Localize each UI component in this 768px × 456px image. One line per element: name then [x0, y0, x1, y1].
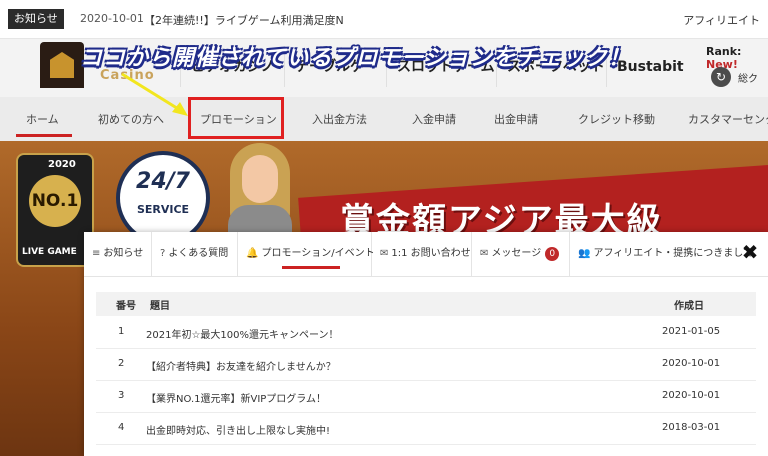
- row-number: 3: [118, 390, 125, 401]
- nav-deposit-methods[interactable]: 入出金方法: [312, 111, 367, 127]
- refresh-icon[interactable]: ↻: [711, 67, 731, 87]
- nav-active-indicator: [16, 134, 72, 137]
- annotation-arrow-icon: [121, 72, 188, 116]
- col-date: 作成日: [674, 301, 704, 312]
- tab-affiliate[interactable]: 👥 アフィリエイト・提携につきまして: [570, 232, 753, 276]
- list-icon: ≡: [92, 248, 101, 259]
- annotation-caption: ココから開催されているプロモーションをチェック！: [80, 46, 631, 71]
- col-number: 番号: [116, 301, 136, 312]
- row-title[interactable]: 2021年初☆最大100%還元キャンペーン！: [146, 326, 339, 341]
- tab-notice-label: お知らせ: [103, 248, 144, 259]
- table-row[interactable]: 3 【業界NO.1還元率】新VIPプログラム！ 2020-10-01: [96, 380, 756, 413]
- notice-bar: お知らせ 2020-10-01 【2年連続!!】ライブゲーム利用満足度N アフィ…: [0, 0, 768, 39]
- mail-icon: ✉: [380, 248, 389, 259]
- message-count-badge: 0: [545, 247, 560, 261]
- no1-badge: 2020 NO.1 LIVE GAME: [16, 153, 94, 267]
- row-number: 1: [118, 326, 125, 337]
- question-icon: ?: [160, 248, 166, 259]
- tab-faq-label: よくある質問: [168, 248, 229, 259]
- tab-promotion-label: プロモーション/イベント: [261, 248, 375, 259]
- row-number: 4: [118, 422, 125, 433]
- badge-live-text: LIVE GAME: [22, 247, 77, 257]
- badge-year: 2020: [48, 159, 76, 170]
- nav-deposit-request[interactable]: 入金申請: [412, 111, 456, 127]
- main-nav: ホーム 初めての方へ プロモーション 入出金方法 入金申請 出金申請 クレジット…: [0, 97, 768, 142]
- support-headset-icon: 24/7 SERVICE: [116, 151, 210, 245]
- service-hours: 24/7: [136, 169, 190, 194]
- user-rank: Rank: New!: [706, 45, 768, 71]
- tab-message[interactable]: ✉ メッセージ 0: [472, 232, 570, 276]
- operator-image: [226, 141, 294, 245]
- modal-tabs: ≡ お知らせ ? よくある質問 🔔 プロモーション/イベント ✉ 1:1 お問い合わせ …: [84, 232, 768, 277]
- tab-faq[interactable]: ? よくある質問: [152, 232, 238, 276]
- service-text: SERVICE: [136, 203, 190, 216]
- nav-withdraw-request[interactable]: 出金申請: [494, 111, 538, 127]
- table-row[interactable]: 1 2021年初☆最大100%還元キャンペーン！ 2021-01-05: [96, 316, 756, 349]
- row-date: 2021-01-05: [662, 326, 721, 337]
- users-icon: 👥: [578, 248, 591, 259]
- row-number: 2: [118, 358, 125, 369]
- tab-inquiry[interactable]: ✉ 1:1 お問い合わせ: [372, 232, 472, 276]
- promotion-highlight-box: [188, 97, 284, 139]
- table-row[interactable]: 2 【紹介者特典】お友達を紹介しませんか？ 2020-10-01: [96, 348, 756, 381]
- close-icon[interactable]: ✖: [738, 240, 762, 264]
- notice-date: 2020-10-01: [80, 12, 144, 25]
- row-title[interactable]: 【紹介者特典】お友達を紹介しませんか？: [146, 358, 336, 373]
- info-modal: ≡ お知らせ ? よくある質問 🔔 プロモーション/イベント ✉ 1:1 お問い合わせ …: [84, 232, 768, 456]
- nav-customer-center[interactable]: カスタマーセンタ: [688, 111, 768, 127]
- tab-promotion-event[interactable]: 🔔 プロモーション/イベント: [238, 232, 375, 276]
- logo-mark-icon: [40, 42, 84, 88]
- row-date: 2020-10-01: [662, 390, 721, 401]
- affiliate-link[interactable]: アフィリエイト: [683, 12, 760, 28]
- tab-inquiry-label: 1:1 お問い合わせ: [391, 248, 471, 259]
- row-date: 2018-03-01: [662, 422, 721, 433]
- row-date: 2020-10-01: [662, 358, 721, 369]
- balance-label: 総ク: [738, 74, 758, 85]
- col-title: 題目: [150, 301, 170, 312]
- tab-affiliate-label: アフィリエイト・提携につきまして: [593, 248, 753, 259]
- tab-message-label: メッセージ: [491, 248, 542, 259]
- tab-active-indicator: [282, 266, 340, 269]
- row-title[interactable]: 【業界NO.1還元率】新VIPプログラム！: [146, 390, 326, 405]
- tab-notice[interactable]: ≡ お知らせ: [84, 232, 152, 276]
- mail-icon: ✉: [480, 248, 489, 259]
- nav-home[interactable]: ホーム: [26, 111, 59, 127]
- table-row[interactable]: 4 出金即時対応、引き出し上限なし実施中! 2018-03-01: [96, 412, 756, 445]
- row-title[interactable]: 出金即時対応、引き出し上限なし実施中!: [146, 422, 330, 437]
- table-header: 番号 題目 作成日: [96, 292, 756, 316]
- rank-label: Rank:: [706, 45, 742, 58]
- bell-icon: 🔔: [246, 248, 259, 259]
- nav-credit-transfer[interactable]: クレジット移動: [578, 111, 655, 127]
- notice-link[interactable]: 【2年連続!!】ライブゲーム利用満足度N: [144, 12, 344, 28]
- notice-badge: お知らせ: [8, 9, 64, 29]
- badge-no1-text: NO.1: [31, 191, 79, 211]
